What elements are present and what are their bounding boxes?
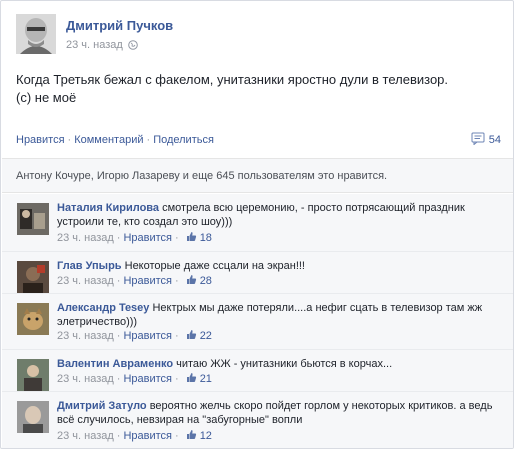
commenter-avatar[interactable] — [17, 303, 49, 335]
author-avatar[interactable] — [16, 14, 56, 54]
comment-text: Некоторые даже ссцали на экран!!! — [124, 260, 305, 272]
separator-dot: · — [175, 373, 179, 385]
comment-likes[interactable]: 21 — [186, 372, 212, 386]
comment-like-link[interactable]: Нравится — [123, 232, 172, 244]
comment-like-link[interactable]: Нравится — [123, 430, 172, 442]
commenter-avatar[interactable] — [17, 359, 49, 391]
commenter-avatar[interactable] — [17, 261, 49, 293]
comment-likes-count: 22 — [199, 330, 212, 342]
comment-body: Дмитрий Затуло вероятно желчь скоро пойд… — [57, 399, 502, 427]
thumbs-up-icon — [186, 274, 197, 288]
comment-likes-count: 18 — [199, 232, 212, 244]
comment-meta: 23 ч. назад · Нравится · 28 — [57, 274, 212, 288]
comment-item: Александр Tesey Нектрых мы даже потеряли… — [2, 294, 513, 350]
comment-link[interactable]: Комментарий — [74, 134, 143, 146]
commenter-name[interactable]: Александр Tesey — [57, 302, 149, 314]
comment-item: Дмитрий Затуло вероятно желчь скоро пойд… — [2, 392, 513, 448]
comment-time[interactable]: 23 ч. назад — [57, 275, 114, 287]
post-time-link[interactable]: 23 ч. назад — [66, 39, 123, 51]
comment-time[interactable]: 23 ч. назад — [57, 330, 114, 342]
separator-dot: · — [67, 134, 72, 146]
comment-like-link[interactable]: Нравится — [123, 275, 172, 287]
separator-dot: · — [175, 275, 179, 287]
commenter-name[interactable]: Валентин Авраменко — [57, 358, 173, 370]
thumbs-up-icon — [186, 231, 197, 245]
comment-meta: 23 ч. назад · Нравится · 12 — [57, 429, 212, 443]
globe-icon — [127, 40, 138, 50]
commenter-name[interactable]: Дмитрий Затуло — [57, 400, 147, 412]
likes-summary[interactable]: Антону Кочуре, Игорю Лазареву и еще 645 … — [16, 170, 387, 182]
comment-body: Наталия Кирилова смотрела всю церемонию,… — [57, 201, 502, 229]
post-text-line-1: Когда Третьяк бежал с факелом, унитазник… — [16, 72, 449, 87]
separator-dot: · — [116, 373, 121, 385]
separator-dot: · — [116, 275, 121, 287]
comment-body: Валентин Авраменко читаю ЖЖ - унитазники… — [57, 357, 502, 371]
comment-like-link[interactable]: Нравится — [123, 330, 172, 342]
comment-count-value: 54 — [488, 134, 501, 146]
separator-dot: · — [116, 430, 121, 442]
separator-dot: · — [146, 134, 151, 146]
author-name[interactable]: Дмитрий Пучков — [66, 18, 173, 33]
post-actions: Нравится · Комментарий · Поделиться — [16, 134, 214, 146]
comment-item: Наталия Кирилова смотрела всю церемонию,… — [2, 194, 513, 252]
share-link[interactable]: Поделиться — [153, 134, 214, 146]
comment-time[interactable]: 23 ч. назад — [57, 430, 114, 442]
comment-likes-count: 28 — [199, 275, 212, 287]
thumbs-up-icon — [186, 329, 197, 343]
thumbs-up-icon — [186, 372, 197, 386]
comment-meta: 23 ч. назад · Нравится · 21 — [57, 372, 212, 386]
comment-likes[interactable]: 12 — [186, 429, 212, 443]
post-timestamp: 23 ч. назад — [66, 39, 138, 51]
comment-time[interactable]: 23 ч. назад — [57, 232, 114, 244]
comment-time[interactable]: 23 ч. назад — [57, 373, 114, 385]
separator-dot: · — [175, 430, 179, 442]
comment-bubble-icon — [471, 132, 485, 148]
comment-body: Александр Tesey Нектрых мы даже потеряли… — [57, 301, 502, 329]
commenter-name[interactable]: Наталия Кирилова — [57, 202, 159, 214]
comment-body: Глав Упырь Некоторые даже ссцали на экра… — [57, 259, 502, 273]
separator-dot: · — [116, 232, 121, 244]
comment-likes[interactable]: 22 — [186, 329, 212, 343]
commenter-avatar[interactable] — [17, 401, 49, 433]
post-text-line-2: (с) не моё — [16, 90, 77, 105]
post-card: Дмитрий Пучков 23 ч. назад Когда Третьяк… — [0, 0, 514, 449]
commenter-name[interactable]: Глав Упырь — [57, 260, 122, 272]
separator-dot: · — [175, 232, 179, 244]
comment-text: читаю ЖЖ - унитазники бьются в корчах... — [176, 358, 393, 370]
likes-summary-bar: Антону Кочуре, Игорю Лазареву и еще 645 … — [2, 158, 513, 193]
comment-item: Валентин Авраменко читаю ЖЖ - унитазники… — [2, 350, 513, 392]
comment-meta: 23 ч. назад · Нравится · 22 — [57, 329, 212, 343]
commenter-avatar[interactable] — [17, 203, 49, 235]
thumbs-up-icon — [186, 429, 197, 443]
comment-like-link[interactable]: Нравится — [123, 373, 172, 385]
comment-item: Глав Упырь Некоторые даже ссцали на экра… — [2, 252, 513, 294]
separator-dot: · — [116, 330, 121, 342]
comment-meta: 23 ч. назад · Нравится · 18 — [57, 231, 212, 245]
comment-likes-count: 21 — [199, 373, 212, 385]
separator-dot: · — [175, 330, 179, 342]
comment-count-button[interactable]: 54 — [471, 132, 501, 148]
post-text: Когда Третьяк бежал с факелом, унитазник… — [16, 71, 501, 107]
comment-likes[interactable]: 28 — [186, 274, 212, 288]
like-link[interactable]: Нравится — [16, 134, 65, 146]
comment-likes[interactable]: 18 — [186, 231, 212, 245]
comment-likes-count: 12 — [199, 430, 212, 442]
